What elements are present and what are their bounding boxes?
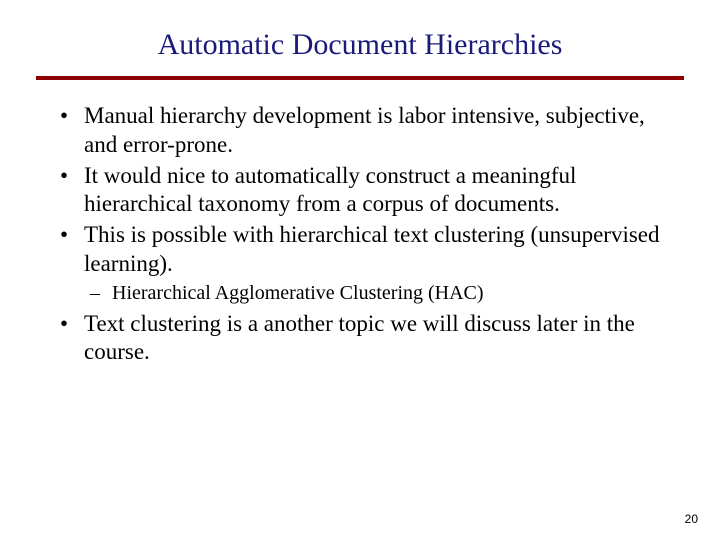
title-underline <box>36 76 684 80</box>
list-item: Hierarchical Agglomerative Clustering (H… <box>84 281 672 306</box>
sub-bullet-list: Hierarchical Agglomerative Clustering (H… <box>54 281 672 306</box>
list-item: This is possible with hierarchical text … <box>54 221 672 279</box>
page-number: 20 <box>685 512 698 526</box>
list-item: Text clustering is a another topic we wi… <box>54 310 672 368</box>
list-item: Manual hierarchy development is labor in… <box>54 102 672 160</box>
list-item: It would nice to automatically construct… <box>54 162 672 220</box>
slide-title: Automatic Document Hierarchies <box>48 28 672 62</box>
bullet-list: Manual hierarchy development is labor in… <box>48 102 672 367</box>
